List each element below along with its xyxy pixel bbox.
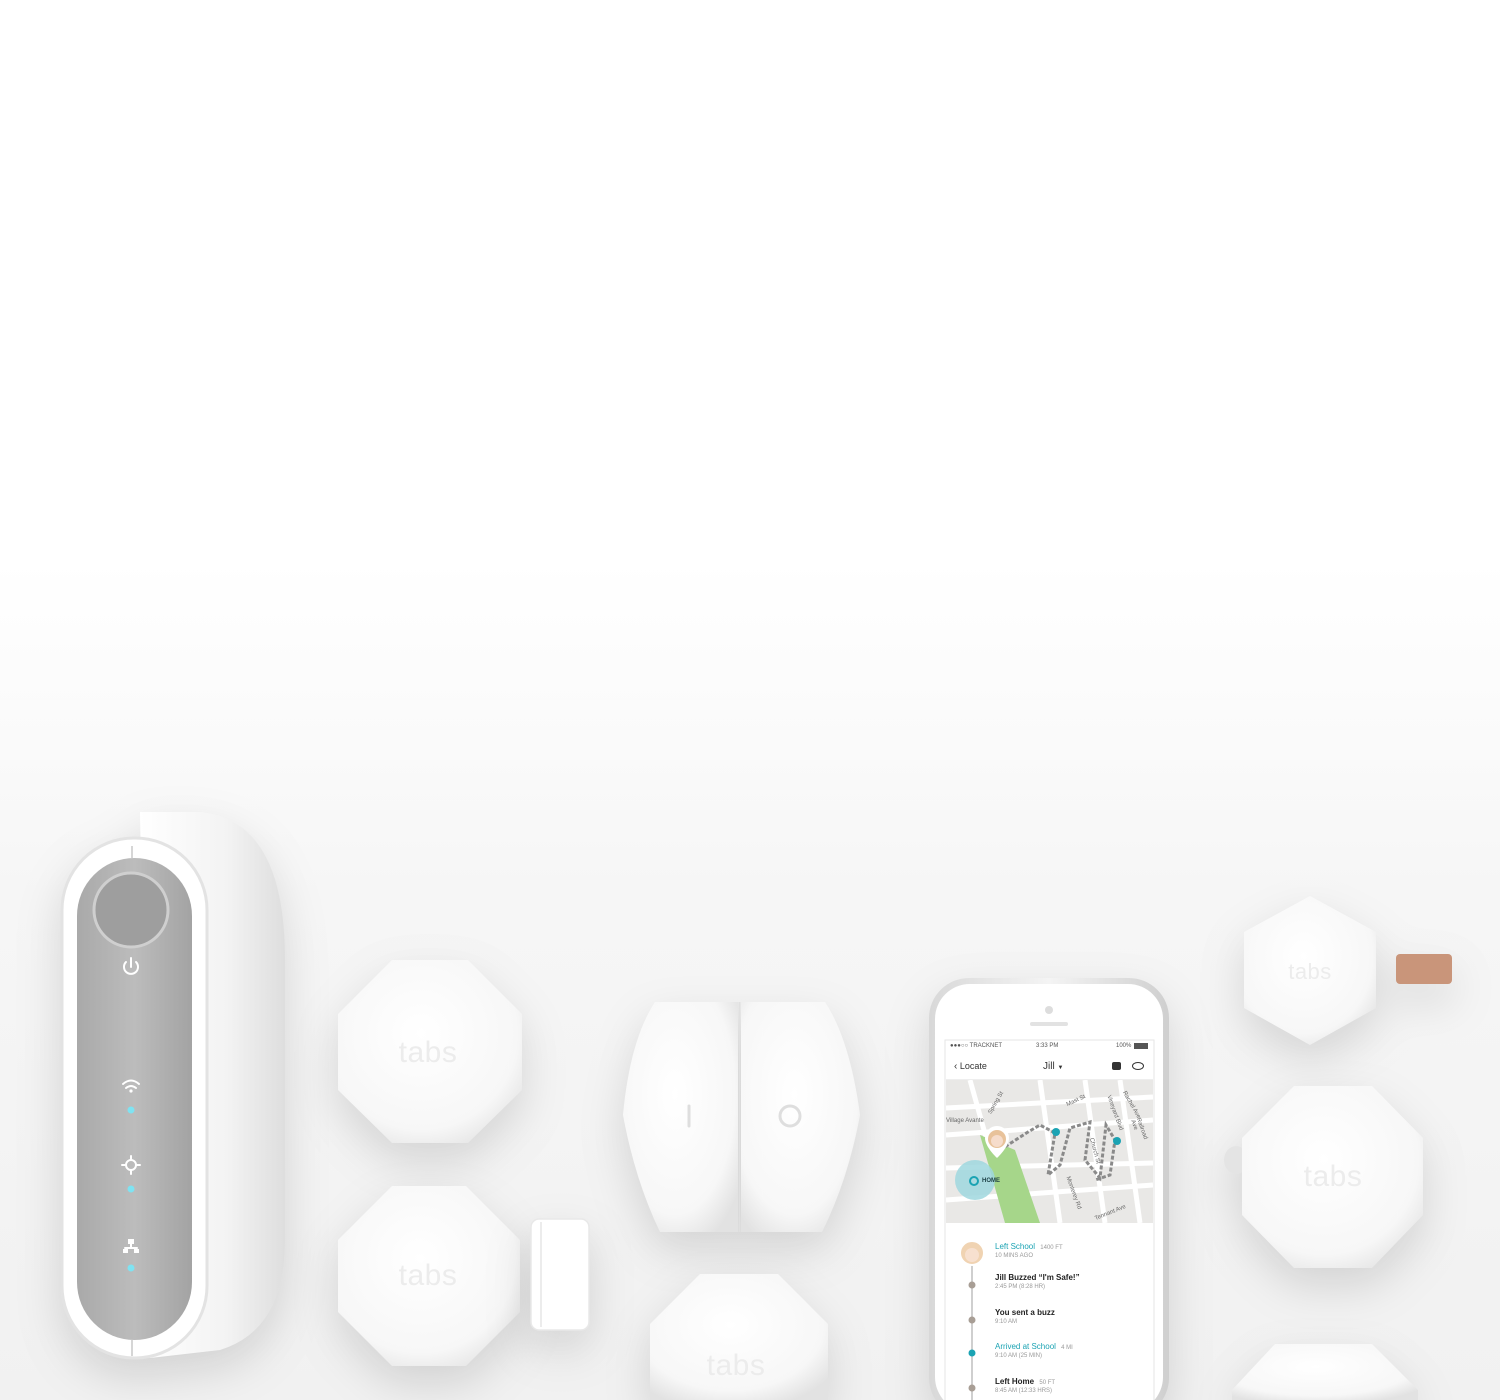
eye-icon[interactable] (1132, 1062, 1144, 1070)
pod-2-logo: tabs (399, 1259, 458, 1292)
timeline-sub: 2:45 PM (8:28 HR) (995, 1284, 1046, 1290)
pod-1-logo: tabs (399, 1036, 458, 1069)
pod-3-logo: tabs (707, 1349, 766, 1382)
product-scene: tabs tabs tabs tabs tabs ●●●○○ TRACKNET … (0, 0, 1500, 1400)
timeline-title: Arrived at School (995, 1342, 1056, 1351)
home-label: HOME (982, 1178, 1000, 1184)
carrier-label: ●●●○○ TRACKNET (950, 1043, 1003, 1049)
timeline-item[interactable]: Left School 1400 FT 10 MINS AGO (995, 1242, 1153, 1259)
map-label: Tennant Ave (1094, 1204, 1127, 1222)
tabs-hub (60, 812, 285, 1360)
chat-bubble-icon[interactable] (1112, 1062, 1121, 1070)
leather-strap (1396, 954, 1452, 984)
nav-bar: ‹ Locate Jill ▼ (946, 1054, 1153, 1080)
map-label: Rachel Ave (1120, 1090, 1142, 1120)
status-bar: ●●●○○ TRACKNET 3:33 PM 100% (946, 1040, 1153, 1052)
timeline-title: You sent a buzz (995, 1308, 1055, 1317)
map-label: Railroad Ave (1129, 1117, 1149, 1141)
timeline-item[interactable]: Left Home 50 FT 8:45 AM (12:33 HRS) (995, 1377, 1153, 1394)
tabs-hex-tag: tabs (1244, 896, 1452, 1045)
hub-power-button (92, 871, 170, 949)
timeline-sub: 10 MINS AGO (995, 1253, 1034, 1259)
map-label: Spring St (987, 1090, 1006, 1116)
timeline-item[interactable]: Arrived at School 4 MI 9:10 AM (25 MIN) (995, 1342, 1153, 1359)
timeline-meta: 1400 FT (1040, 1245, 1063, 1251)
timeline-meta: 50 FT (1039, 1380, 1056, 1386)
gps-led (127, 1185, 135, 1193)
battery-label: 100% (1116, 1043, 1132, 1049)
timeline-title: Left School (995, 1242, 1036, 1251)
nav-title: Jill (1043, 1061, 1055, 1072)
timeline-sub: 9:10 AM (25 MIN) (995, 1353, 1043, 1359)
wifi-led (127, 1106, 135, 1114)
timeline-item[interactable]: Jill Buzzed “I'm Safe!” 2:45 PM (8:28 HR… (995, 1273, 1153, 1290)
map-labels: Village Avante Spring St Mast St Rachel … (946, 1080, 1153, 1223)
hex-tag-logo: tabs (1288, 959, 1332, 984)
tabs-sensor-pod-5 (1232, 1344, 1418, 1400)
timeline-item[interactable]: You sent a buzz 9:10 AM (995, 1308, 1153, 1325)
map-label: Vineyard Blvd (1105, 1094, 1124, 1132)
timeline-meta: 4 MI (1061, 1345, 1073, 1351)
network-led (127, 1264, 135, 1272)
devices-illustration: tabs tabs tabs tabs tabs (60, 812, 1452, 1400)
map-label: Mast St (1065, 1093, 1087, 1109)
tabs-sensor-pod-4: tabs (1224, 1086, 1423, 1268)
map-label: Church St (1087, 1137, 1101, 1165)
battery-icon (1134, 1043, 1148, 1049)
phone-screen: ●●●○○ TRACKNET 3:33 PM 100% ‹ Locate Jil… (946, 1040, 1153, 1400)
tabs-sensor-pod-2: tabs (338, 1186, 520, 1366)
timeline-title: Left Home (995, 1377, 1035, 1386)
door-magnet (530, 1218, 590, 1331)
pod-4-logo: tabs (1304, 1160, 1363, 1193)
back-button[interactable]: ‹ Locate (954, 1061, 987, 1072)
timeline-sub: 8:45 AM (12:33 HRS) (995, 1388, 1053, 1394)
chevron-down-icon: ▼ (1057, 1065, 1064, 1071)
map-label: Village Avante (946, 1118, 984, 1124)
earpiece (1030, 1022, 1068, 1026)
front-camera (1045, 1006, 1053, 1014)
chevron-left-icon: ‹ (954, 1061, 958, 1072)
tabs-switch (623, 1002, 860, 1232)
timeline-title: Jill Buzzed “I'm Safe!” (995, 1273, 1080, 1282)
back-label: Locate (959, 1061, 987, 1071)
contact-selector[interactable]: Jill ▼ (1043, 1061, 1063, 1072)
timeline-sub: 9:10 AM (995, 1319, 1018, 1325)
tabs-sensor-pod-3: tabs (650, 1274, 828, 1400)
tabs-sensor-pod-1: tabs (338, 960, 522, 1143)
time-label: 3:33 PM (1036, 1043, 1059, 1049)
map-label: Monterey Rd (1064, 1175, 1082, 1211)
